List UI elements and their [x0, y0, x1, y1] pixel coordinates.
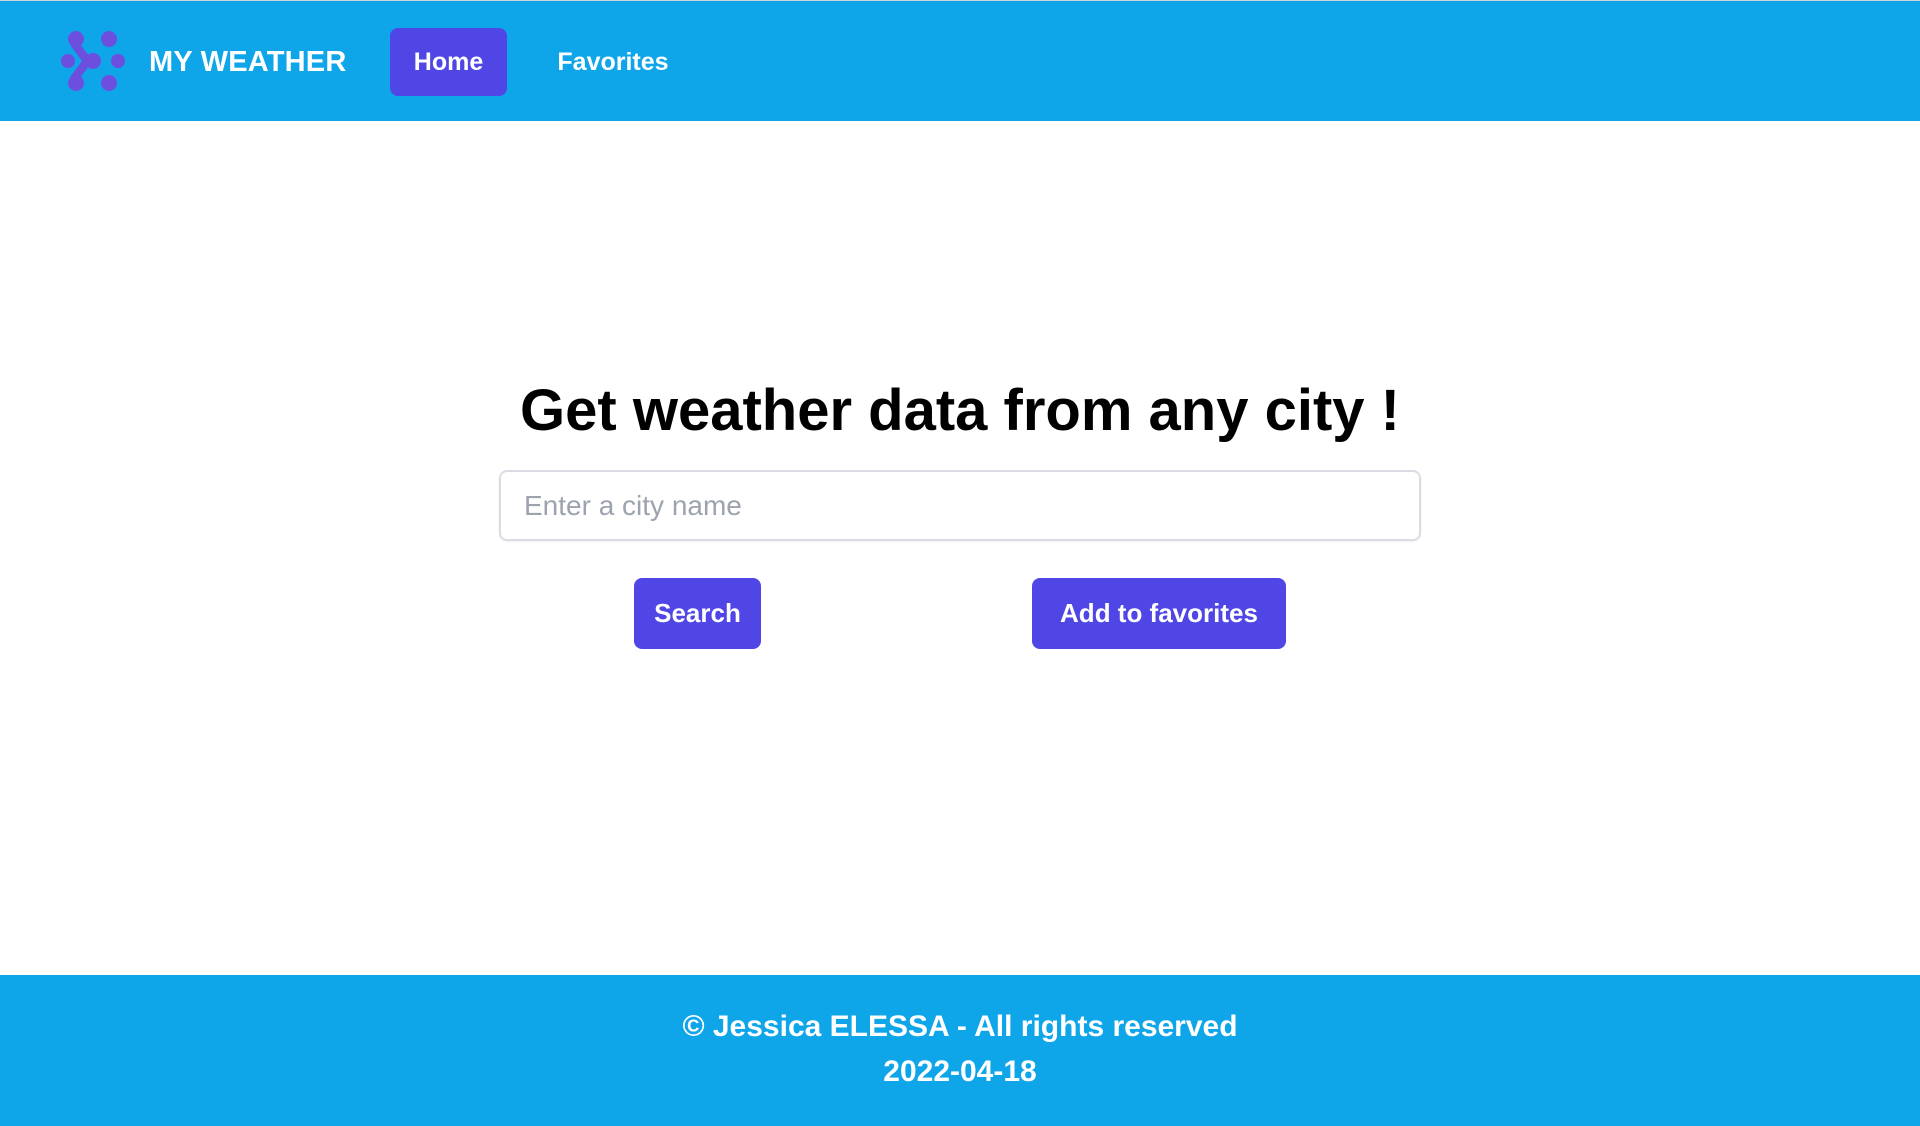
- page-title: Get weather data from any city !: [520, 378, 1400, 443]
- search-button[interactable]: Search: [634, 578, 761, 649]
- nav-home-link[interactable]: Home: [390, 28, 507, 96]
- city-search-input[interactable]: [499, 470, 1421, 541]
- nav-favorites-link[interactable]: Favorites: [543, 28, 683, 96]
- footer-copyright: © Jessica ELESSA - All rights reserved: [682, 1010, 1238, 1043]
- footer-date: 2022-04-18: [883, 1055, 1037, 1088]
- app-logo-icon[interactable]: [60, 31, 126, 91]
- brand-name[interactable]: MY WEATHER: [149, 42, 346, 82]
- top-navbar: MY WEATHER Home Favorites: [0, 0, 1920, 121]
- add-to-favorites-button[interactable]: Add to favorites: [1032, 578, 1286, 649]
- page-footer: © Jessica ELESSA - All rights reserved 2…: [0, 975, 1920, 1126]
